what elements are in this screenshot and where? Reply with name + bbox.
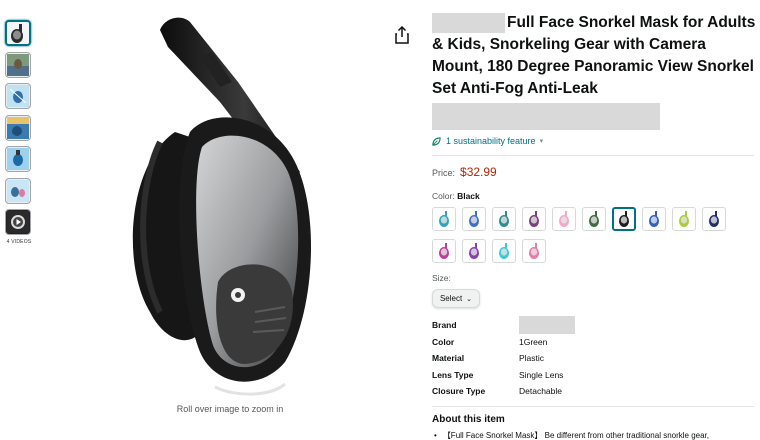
swatch-blue[interactable] — [462, 207, 486, 231]
spec-value: Plastic — [519, 353, 545, 364]
spec-key: Lens Type — [432, 369, 474, 380]
color-label-row: Color: Black — [432, 191, 758, 201]
bullet-icon: • — [434, 430, 437, 440]
swatch-aqua[interactable] — [432, 207, 456, 231]
camera-mount-icon — [7, 148, 29, 170]
size-select-button[interactable]: Select ⌄ — [432, 289, 480, 308]
swatch-lime[interactable] — [672, 207, 696, 231]
spec-row: Brand — [432, 316, 758, 335]
color-value: Black — [457, 191, 480, 201]
redacted-brand — [432, 12, 505, 33]
color-label: Color: — [432, 191, 455, 201]
snorkel-mask-icon — [499, 211, 509, 227]
swatch-magenta[interactable] — [432, 239, 456, 263]
snorkel-mask-icon — [679, 211, 689, 227]
snorkel-mask-icon — [469, 211, 479, 227]
about-item-text: 【Full Face Snorkel Mask】 Be different fr… — [442, 430, 710, 440]
spec-key: Color — [432, 336, 455, 347]
snorkel-mask-icon — [529, 243, 539, 259]
thumbnail-3[interactable] — [5, 83, 31, 109]
snorkel-mask-icon — [499, 243, 509, 259]
thumbnail-1[interactable] — [5, 20, 31, 46]
spec-value: Detachable — [519, 386, 563, 397]
snorkel-mask-icon — [559, 211, 569, 227]
color-swatches — [432, 207, 752, 271]
videos-count-label: 4 VIDEOS — [6, 238, 32, 245]
spec-key: Brand — [432, 320, 457, 331]
divider — [432, 405, 754, 407]
price-label: Price: — [432, 168, 456, 178]
video-thumbnail[interactable] — [5, 209, 31, 235]
swatch-green-black[interactable] — [582, 207, 606, 231]
about-list: • 【Full Face Snorkel Mask】 Be different f… — [432, 430, 758, 440]
spec-row: Closure Type Detachable — [432, 383, 758, 400]
swatch-royal-blue[interactable] — [642, 207, 666, 231]
share-icon[interactable] — [394, 26, 410, 44]
product-details: Full Face Snorkel Mask for Adults & Kids… — [432, 12, 758, 440]
divider — [432, 155, 754, 156]
leaf-icon — [432, 136, 441, 146]
snorkel-mask-icon — [439, 243, 449, 259]
thumbnail-2[interactable] — [5, 51, 31, 78]
spec-key: Material — [432, 353, 465, 364]
spec-value: 1Green — [519, 336, 548, 347]
spec-row: Material Plastic — [432, 350, 758, 367]
snorkel-mask-icon — [469, 243, 479, 259]
snorkel-mask-icon — [7, 22, 29, 44]
thumbnail-strip: 4 VIDEOS — [5, 20, 33, 245]
features-graphic-icon — [7, 85, 29, 107]
swatch-navy[interactable] — [702, 207, 726, 231]
swatch-pink-light[interactable] — [552, 207, 576, 231]
swatch-cyan[interactable] — [492, 239, 516, 263]
thumbnail-6[interactable] — [5, 177, 31, 204]
swatch-black[interactable] — [612, 207, 636, 231]
size-label: Size: — [432, 273, 451, 283]
swatch-teal-dark[interactable] — [492, 207, 516, 231]
spec-value: Single Lens — [519, 369, 564, 380]
product-main-image[interactable] — [120, 12, 350, 397]
about-item: • 【Full Face Snorkel Mask】 Be different f… — [432, 430, 754, 440]
price-value: $32.99 — [460, 165, 497, 179]
swatch-violet[interactable] — [462, 239, 486, 263]
spec-row: Lens Type Single Lens — [432, 367, 758, 384]
snorkel-mask-icon — [589, 211, 599, 227]
spec-key: Closure Type — [432, 386, 486, 397]
snorkel-mask-icon — [709, 211, 719, 227]
chevron-down-icon: ▾ — [539, 138, 544, 145]
redacted-store-link — [432, 103, 660, 130]
snorkel-mask-icon — [439, 211, 449, 227]
snorkel-mask-icon — [529, 211, 539, 227]
snorkeling-photo-icon — [7, 53, 29, 76]
sustainability-link[interactable]: 1 sustainability feature ▾ — [432, 134, 758, 148]
snorkel-mask-icon — [649, 211, 659, 227]
play-icon — [7, 211, 29, 233]
family-photo-icon — [7, 179, 29, 202]
size-select-label: Select — [439, 294, 463, 303]
redacted-spec-value — [519, 316, 575, 335]
product-title: Full Face Snorkel Mask for Adults & Kids… — [432, 12, 758, 100]
sustainability-label: 1 sustainability feature — [446, 136, 536, 146]
swatch-purple-black[interactable] — [522, 207, 546, 231]
swatch-pink[interactable] — [522, 239, 546, 263]
snorkel-mask-icon — [619, 211, 629, 227]
chevron-down-icon: ⌄ — [466, 295, 473, 303]
thumbnail-4[interactable] — [5, 114, 31, 141]
thumbnail-5[interactable] — [5, 146, 31, 172]
product-specs-table: Brand Color 1Green Material Plastic Lens Type… — [432, 316, 758, 400]
zoom-hint: Roll over image to zoom in — [176, 404, 284, 414]
price-row: Price: $32.99 — [432, 165, 758, 179]
about-title: About this item — [432, 413, 505, 425]
spec-row: Color 1Green — [432, 334, 758, 351]
underwater-photo-icon — [7, 116, 29, 139]
